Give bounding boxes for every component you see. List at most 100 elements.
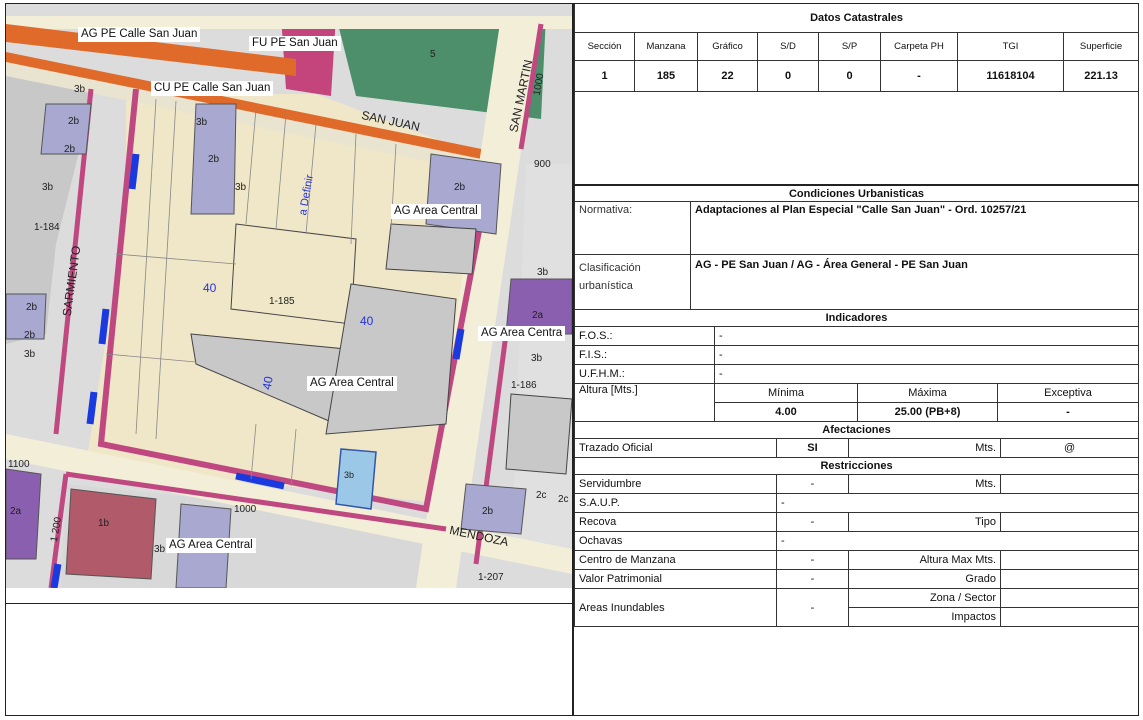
zone-code: 2b bbox=[26, 302, 38, 313]
divider bbox=[6, 603, 572, 604]
catastral-table: Datos Catastrales Sección Manzana Gráfic… bbox=[573, 4, 1140, 186]
trazado-value: SI bbox=[776, 438, 849, 458]
restricciones-table: Restricciones Servidumbre - Mts. S.A.U.P… bbox=[573, 458, 1140, 627]
column-header: Gráfico bbox=[697, 32, 758, 61]
column-header: Exceptiva bbox=[997, 383, 1139, 403]
areas-inundables-value: - bbox=[776, 588, 849, 627]
saup-value: - bbox=[775, 493, 1140, 513]
impactos-value bbox=[999, 607, 1140, 627]
servidumbre-mts-value bbox=[999, 474, 1140, 494]
ochavas-value: - bbox=[775, 531, 1140, 551]
altura-label: Altura [Mts.] bbox=[574, 383, 715, 422]
zone-code: 2b bbox=[64, 144, 76, 155]
recova-value: - bbox=[776, 512, 849, 532]
clasificacion-label-line: urbanística bbox=[579, 280, 633, 292]
column-header: Sección bbox=[574, 32, 635, 61]
mts-label: Mts. bbox=[848, 438, 1001, 458]
fos-label: F.O.S.: bbox=[574, 326, 715, 346]
column-header: Manzana bbox=[634, 32, 698, 61]
table-cell: 11618104 bbox=[957, 60, 1064, 92]
column-header: Máxima bbox=[857, 383, 998, 403]
column-header: S/D bbox=[757, 32, 819, 61]
altura-max-label: Altura Max Mts. bbox=[848, 550, 1001, 570]
parcel-id: 1-207 bbox=[478, 572, 504, 583]
zone-code: 2c bbox=[536, 490, 547, 501]
zone-label: AG Area Central bbox=[166, 538, 256, 553]
ufhm-label: U.F.H.M.: bbox=[574, 364, 715, 384]
clasificacion-value: AG - PE San Juan / AG - Área General - P… bbox=[690, 254, 1139, 310]
parcel-id: 1-184 bbox=[34, 222, 60, 233]
zone-code: 2b bbox=[68, 116, 80, 127]
zone-code: 5 bbox=[430, 49, 436, 60]
table-cell: - bbox=[880, 60, 958, 92]
servidumbre-label: Servidumbre bbox=[574, 474, 777, 494]
address-number: 1000 bbox=[234, 504, 257, 515]
zone-label: AG Area Central bbox=[391, 204, 481, 219]
impactos-label: Impactos bbox=[848, 607, 1001, 627]
ochavas-label: Ochavas bbox=[574, 531, 777, 551]
zone-label: AG Area Central bbox=[307, 376, 397, 391]
altura-max-value bbox=[999, 550, 1140, 570]
zone-code: 3b bbox=[42, 182, 54, 193]
table-cell: 22 bbox=[697, 60, 758, 92]
fos-value: - bbox=[714, 326, 1139, 346]
column-header: Mínima bbox=[714, 383, 858, 403]
zone-label: CU PE Calle San Juan bbox=[151, 81, 274, 96]
mts-value: @ bbox=[999, 438, 1140, 458]
table-cell: 0 bbox=[757, 60, 819, 92]
recova-tipo-label: Tipo bbox=[848, 512, 1001, 532]
ufhm-value: - bbox=[714, 364, 1139, 384]
section-title: Restricciones bbox=[573, 458, 1140, 475]
section-title: Condiciones Urbanisticas bbox=[574, 186, 1139, 202]
clasificacion-label-line: Clasificación bbox=[579, 262, 641, 274]
parcel-id: 1-186 bbox=[511, 380, 537, 391]
section-title: Afectaciones bbox=[573, 422, 1140, 439]
zone-code: 3b bbox=[74, 84, 86, 95]
zone-code: 2c bbox=[558, 494, 569, 505]
zone-code: 3b bbox=[196, 117, 208, 128]
clasificacion-label: Clasificación urbanística bbox=[574, 254, 691, 310]
recova-label: Recova bbox=[574, 512, 777, 532]
section-title: Datos Catastrales bbox=[573, 4, 1140, 33]
grado-label: Grado bbox=[848, 569, 1001, 589]
fis-value: - bbox=[714, 345, 1139, 365]
zone-code: 3b bbox=[344, 470, 355, 480]
zone-code: 3b bbox=[24, 349, 36, 360]
blank-area bbox=[573, 91, 1140, 186]
saup-label: S.A.U.P. bbox=[574, 493, 777, 513]
section-title: Indicadores bbox=[574, 310, 1139, 327]
address-number: 900 bbox=[534, 159, 551, 170]
urban-conditions-table: Condiciones Urbanisticas Normativa: Adap… bbox=[574, 186, 1139, 310]
afectaciones-table: Afectaciones Trazado Oficial SI Mts. @ bbox=[573, 422, 1140, 458]
column-header: TGI bbox=[957, 32, 1064, 61]
zone-code: 3b bbox=[531, 353, 543, 364]
column-header: Superficie bbox=[1062, 32, 1140, 61]
servidumbre-value: - bbox=[776, 474, 849, 494]
servidumbre-mts-label: Mts. bbox=[848, 474, 1001, 494]
areas-inundables-label: Areas Inundables bbox=[574, 588, 777, 627]
centro-manzana-value: - bbox=[776, 550, 849, 570]
table-cell: 0 bbox=[818, 60, 881, 92]
zone-code: 2b bbox=[482, 506, 494, 517]
distance-marker: 40 bbox=[203, 281, 217, 295]
recova-tipo-value bbox=[999, 512, 1140, 532]
table-cell: 1 bbox=[574, 60, 635, 92]
info-panel: Datos Catastrales Sección Manzana Gráfic… bbox=[573, 4, 1140, 627]
zone-code: 2b bbox=[24, 330, 36, 341]
zona-sector-value bbox=[999, 588, 1140, 608]
zone-label: AG Area Centra bbox=[478, 326, 566, 341]
valor-patrimonial-label: Valor Patrimonial bbox=[574, 569, 777, 589]
grado-value bbox=[999, 569, 1140, 589]
zona-sector-label: Zona / Sector bbox=[848, 588, 1001, 608]
zone-code: 2b bbox=[208, 154, 220, 165]
altura-maxima-value: 25.00 (PB+8) bbox=[857, 402, 998, 422]
parcel-id: 1-185 bbox=[269, 296, 295, 307]
centro-manzana-label: Centro de Manzana bbox=[574, 550, 777, 570]
zone-code: 3b bbox=[235, 182, 247, 193]
zone-code: 2a bbox=[532, 310, 544, 321]
cadastral-map[interactable]: AG PE Calle San Juan FU PE San Juan CU P… bbox=[6, 4, 572, 588]
distance-marker: 40 bbox=[360, 314, 374, 328]
zone-label: FU PE San Juan bbox=[249, 36, 341, 51]
valor-patrimonial-value: - bbox=[776, 569, 849, 589]
column-header: Carpeta PH bbox=[880, 32, 958, 61]
